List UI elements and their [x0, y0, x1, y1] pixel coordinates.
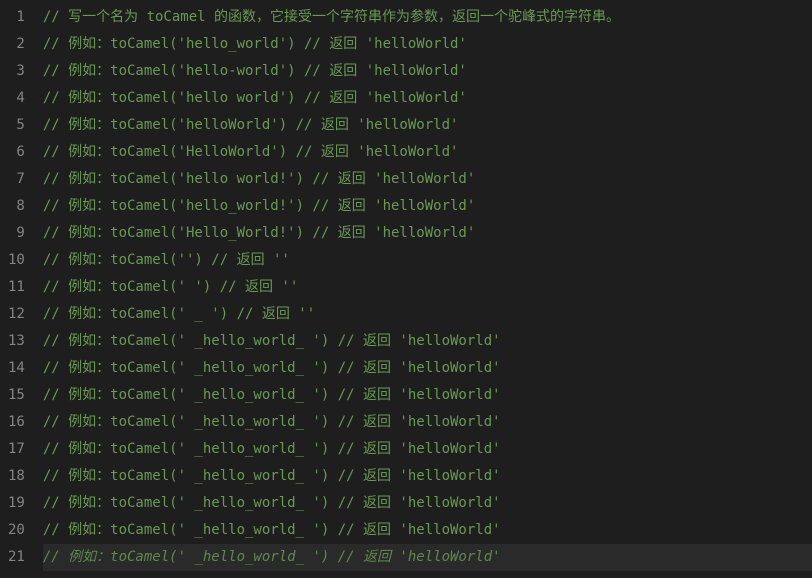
comment-text: // 例如：toCamel('hello_world!') // 返回 'hel…	[43, 194, 475, 220]
line-number: 21	[8, 544, 25, 571]
comment-text: // 例如：toCamel('') // 返回 ''	[43, 248, 290, 274]
comment-text: // 例如：toCamel(' _hello_world_ ') // 返回 '…	[43, 356, 501, 382]
code-line[interactable]: // 例如：toCamel('helloWorld') // 返回 'hello…	[43, 112, 812, 139]
code-line[interactable]: // 例如：toCamel('hello world') // 返回 'hell…	[43, 85, 812, 112]
line-number: 18	[8, 463, 25, 490]
comment-text: // 例如：toCamel(' _hello_world_ ') // 返回 '…	[43, 464, 501, 490]
code-line[interactable]: // 例如：toCamel('Hello_World!') // 返回 'hel…	[43, 220, 812, 247]
comment-text: // 例如：toCamel(' _hello_world_ ') // 返回 '…	[43, 518, 501, 544]
comment-text: // 例如：toCamel('hello world') // 返回 'hell…	[43, 86, 467, 112]
comment-text: // 例如：toCamel(' _hello_world_ ') // 返回 '…	[43, 329, 501, 355]
code-line[interactable]: // 例如：toCamel(' _hello_world_ ') // 返回 '…	[43, 517, 812, 544]
comment-text: // 例如：toCamel('Hello_World!') // 返回 'hel…	[43, 221, 475, 247]
line-number: 19	[8, 490, 25, 517]
comment-text: // 例如：toCamel(' _hello_world_ ') // 返回 '…	[43, 545, 501, 571]
code-line[interactable]: // 例如：toCamel(' _hello_world_ ') // 返回 '…	[43, 463, 812, 490]
code-line[interactable]: // 例如：toCamel('') // 返回 ''	[43, 247, 812, 274]
line-number: 1	[8, 4, 25, 31]
code-line[interactable]: // 例如：toCamel(' _hello_world_ ') // 返回 '…	[43, 409, 812, 436]
comment-text: // 例如：toCamel('hello world!') // 返回 'hel…	[43, 167, 475, 193]
line-number: 16	[8, 409, 25, 436]
line-number: 12	[8, 301, 25, 328]
comment-text: // 例如：toCamel(' _hello_world_ ') // 返回 '…	[43, 491, 501, 517]
code-line[interactable]: // 例如：toCamel(' _hello_world_ ') // 返回 '…	[43, 436, 812, 463]
comment-text: // 例如：toCamel('hello_world') // 返回 'hell…	[43, 32, 467, 58]
line-number-gutter: 123456789101112131415161718192021	[0, 0, 43, 578]
code-line[interactable]: // 例如：toCamel(' _hello_world_ ') // 返回 '…	[43, 544, 812, 571]
line-number: 9	[8, 220, 25, 247]
comment-text: // 例如：toCamel(' _hello_world_ ') // 返回 '…	[43, 437, 501, 463]
comment-text: // 例如：toCamel('helloWorld') // 返回 'hello…	[43, 113, 459, 139]
comment-text: // 例如：toCamel('hello-world') // 返回 'hell…	[43, 59, 467, 85]
code-line[interactable]: // 例如：toCamel('hello-world') // 返回 'hell…	[43, 58, 812, 85]
code-line[interactable]: // 例如：toCamel('HelloWorld') // 返回 'hello…	[43, 139, 812, 166]
code-line[interactable]: // 例如：toCamel(' _ ') // 返回 ''	[43, 301, 812, 328]
comment-text: // 例如：toCamel(' _hello_world_ ') // 返回 '…	[43, 383, 501, 409]
comment-text: // 例如：toCamel('HelloWorld') // 返回 'hello…	[43, 140, 459, 166]
code-line[interactable]: // 写一个名为 toCamel 的函数，它接受一个字符串作为参数，返回一个驼峰…	[43, 4, 812, 31]
code-line[interactable]: // 例如：toCamel(' ') // 返回 ''	[43, 274, 812, 301]
line-number: 13	[8, 328, 25, 355]
code-line[interactable]: // 例如：toCamel(' _hello_world_ ') // 返回 '…	[43, 355, 812, 382]
code-line[interactable]: // 例如：toCamel('hello_world!') // 返回 'hel…	[43, 193, 812, 220]
line-number: 6	[8, 139, 25, 166]
comment-text: // 例如：toCamel(' ') // 返回 ''	[43, 275, 298, 301]
line-number: 4	[8, 85, 25, 112]
line-number: 17	[8, 436, 25, 463]
line-number: 15	[8, 382, 25, 409]
line-number: 2	[8, 31, 25, 58]
comment-text: // 例如：toCamel(' _hello_world_ ') // 返回 '…	[43, 410, 501, 436]
code-line[interactable]: // 例如：toCamel('hello world!') // 返回 'hel…	[43, 166, 812, 193]
code-editor[interactable]: 123456789101112131415161718192021 // 写一个…	[0, 0, 812, 578]
line-number: 14	[8, 355, 25, 382]
line-number: 5	[8, 112, 25, 139]
code-line[interactable]: // 例如：toCamel(' _hello_world_ ') // 返回 '…	[43, 328, 812, 355]
code-line[interactable]: // 例如：toCamel(' _hello_world_ ') // 返回 '…	[43, 490, 812, 517]
line-number: 7	[8, 166, 25, 193]
code-line[interactable]: // 例如：toCamel('hello_world') // 返回 'hell…	[43, 31, 812, 58]
code-content-area[interactable]: // 写一个名为 toCamel 的函数，它接受一个字符串作为参数，返回一个驼峰…	[43, 0, 812, 578]
code-line[interactable]: // 例如：toCamel(' _hello_world_ ') // 返回 '…	[43, 382, 812, 409]
line-number: 10	[8, 247, 25, 274]
line-number: 8	[8, 193, 25, 220]
comment-text: // 例如：toCamel(' _ ') // 返回 ''	[43, 302, 315, 328]
line-number: 11	[8, 274, 25, 301]
comment-text: // 写一个名为 toCamel 的函数，它接受一个字符串作为参数，返回一个驼峰…	[43, 5, 620, 31]
line-number: 20	[8, 517, 25, 544]
line-number: 3	[8, 58, 25, 85]
